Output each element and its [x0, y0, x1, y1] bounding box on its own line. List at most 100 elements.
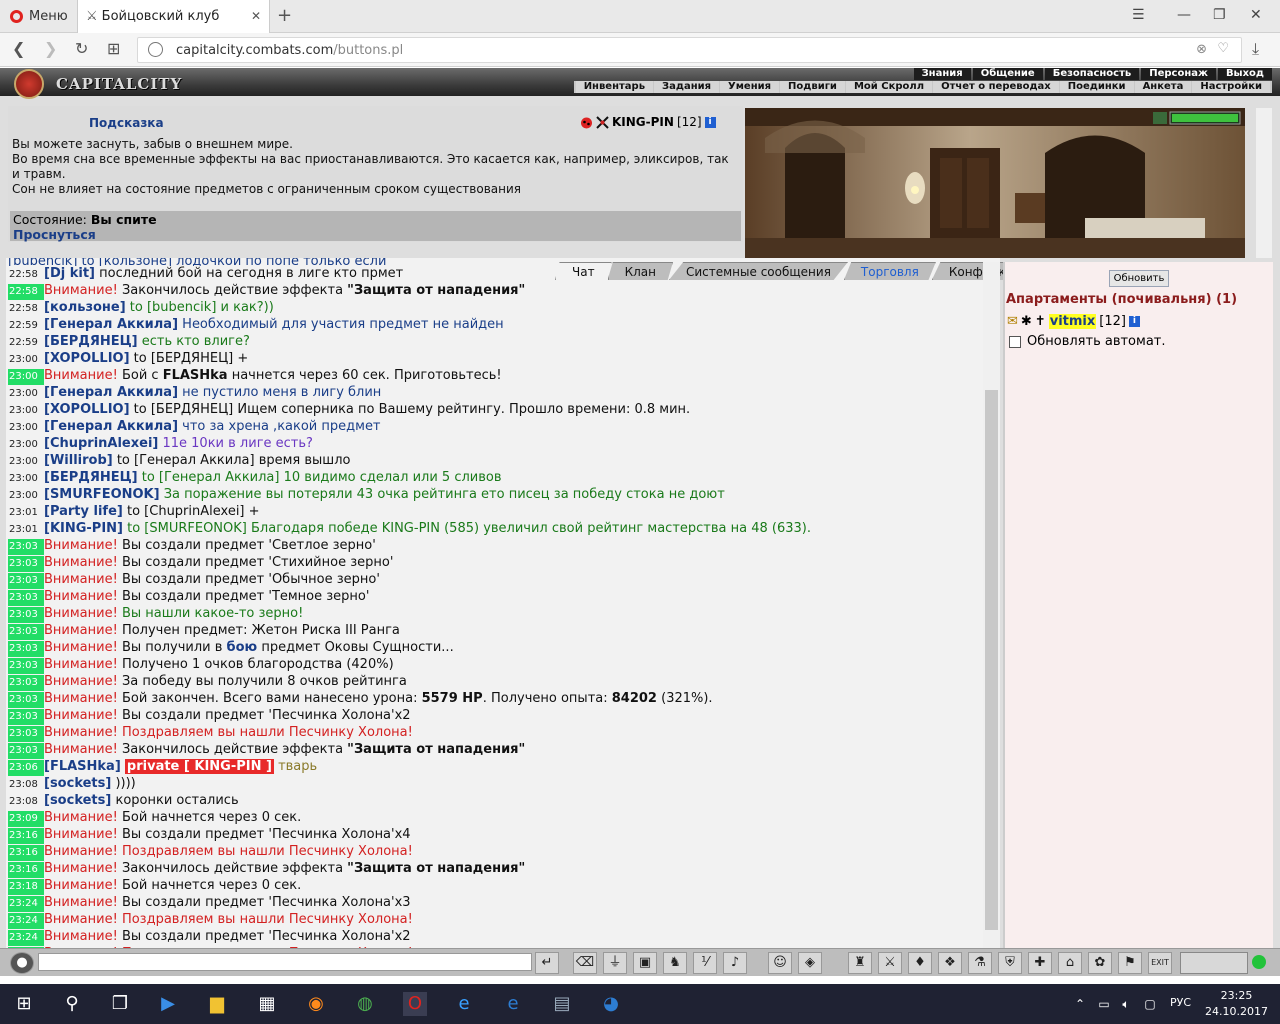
chat-time[interactable]: 23:00 — [8, 403, 44, 419]
chat-time[interactable]: 23:00 — [8, 488, 44, 504]
chat-time[interactable]: 23:16 — [8, 862, 44, 878]
chat-nick[interactable]: [Генерал Аккила] — [44, 419, 178, 434]
chat-time[interactable]: 23:03 — [8, 573, 44, 589]
chat-nick[interactable]: [Генерал Аккила] — [44, 385, 178, 400]
chat-time[interactable]: 23:03 — [8, 675, 44, 691]
chat-time[interactable]: 22:58 — [8, 267, 44, 283]
sound-icon[interactable]: ♪ — [723, 952, 747, 974]
language-indicator[interactable]: РУС — [1170, 996, 1191, 1009]
room-user-name[interactable]: vitmix — [1048, 314, 1097, 329]
chat-time[interactable]: 23:08 — [8, 777, 44, 793]
potion-icon[interactable]: ⚗ — [968, 952, 992, 974]
chat-nick[interactable]: [XOPOLLIO] — [44, 402, 130, 417]
sub-menu-item[interactable]: Настройки — [1192, 81, 1270, 93]
user-name[interactable]: KING-PIN — [612, 115, 674, 129]
chat-time[interactable]: 23:16 — [8, 845, 44, 861]
chat-time[interactable]: 23:24 — [8, 913, 44, 929]
chat-time[interactable]: 23:18 — [8, 879, 44, 895]
chat-nick[interactable]: [БЕРДЯНЕЦ] — [44, 334, 138, 349]
chat-time[interactable]: 23:03 — [8, 607, 44, 623]
smile-icon[interactable]: ☺ — [768, 952, 792, 974]
chat-nick[interactable]: [FLASHka] — [44, 759, 121, 774]
chat-time[interactable]: 23:08 — [8, 794, 44, 810]
chat-time[interactable]: 23:24 — [8, 896, 44, 912]
heart-icon[interactable]: ♡ — [1217, 41, 1229, 56]
task-view-icon[interactable]: ❐ — [108, 992, 132, 1016]
chat-tab[interactable]: Системные сообщения — [668, 262, 848, 280]
calculator-icon[interactable]: ▦ — [255, 992, 279, 1016]
chat-nick[interactable]: [KING-PIN] — [44, 521, 123, 536]
flag-icon[interactable]: ⚑ — [1118, 952, 1142, 974]
chat-nick[interactable]: [SMURFEONOK] — [44, 487, 160, 502]
top-menu-item[interactable]: Выход — [1217, 68, 1272, 80]
chat-nick[interactable]: [Party life] — [44, 504, 123, 519]
chat-nick[interactable]: [XOPOLLIO] — [44, 351, 130, 366]
maximize-button[interactable]: ❐ — [1213, 7, 1226, 23]
close-window-button[interactable]: ✕ — [1250, 7, 1262, 23]
chat-time[interactable]: 23:00 — [8, 420, 44, 436]
chat-tab[interactable]: Торговля — [843, 262, 936, 280]
chat-nick[interactable]: [ChuprinAlexei] — [44, 436, 158, 451]
chat-time[interactable]: 22:59 — [8, 335, 44, 351]
download-icon[interactable]: ⤓ — [1252, 39, 1259, 59]
auto-refresh-row[interactable]: Обновлять автомат. — [1009, 334, 1166, 349]
edge-icon[interactable]: e — [501, 992, 525, 1016]
armor-icon[interactable]: ⛨ — [998, 952, 1022, 974]
reload-icon[interactable]: ↻ — [75, 39, 88, 58]
chat-time[interactable]: 23:03 — [8, 590, 44, 606]
chat-nick[interactable]: [sockets] — [44, 776, 111, 791]
mask-icon[interactable]: ❖ — [938, 952, 962, 974]
chat-nick[interactable]: [Генерал Аккила] — [44, 317, 178, 332]
top-scrollbar[interactable] — [1256, 108, 1272, 258]
refresh-button[interactable]: Обновить — [1109, 270, 1169, 287]
chat-time[interactable]: 23:03 — [8, 539, 44, 555]
sub-menu-item[interactable]: Задания — [654, 81, 720, 93]
auto-refresh-checkbox[interactable] — [1009, 335, 1021, 348]
notifications-icon[interactable]: ▢ — [1138, 992, 1162, 1016]
chat-time[interactable]: 23:00 — [8, 386, 44, 402]
url-field[interactable]: capitalcity.combats.com/buttons.pl ⊗ ♡ — [137, 37, 1242, 63]
volume-icon[interactable]: 🔈︎ — [1114, 992, 1138, 1016]
speed-dial-icon[interactable]: ⊞ — [107, 39, 120, 58]
chat-time[interactable]: 23:01 — [8, 505, 44, 521]
chat-time[interactable]: 23:00 — [8, 437, 44, 453]
chat-time[interactable]: 22:59 — [8, 318, 44, 334]
eraser-icon[interactable]: ⌫ — [573, 952, 597, 974]
chat-nick[interactable]: [sockets] — [44, 793, 111, 808]
info-icon[interactable]: i — [1128, 316, 1140, 327]
sub-menu-item[interactable]: Умения — [720, 81, 780, 93]
chat-time[interactable]: 23:00 — [8, 352, 44, 368]
browser-tab[interactable]: ⚔ Бойцовский клуб ✕ — [77, 0, 270, 33]
clan-icon[interactable]: ◈ — [798, 952, 822, 974]
chat-time[interactable]: 23:16 — [8, 828, 44, 844]
wake-up-link[interactable]: Проснуться — [13, 227, 96, 242]
chat-mode-icon[interactable]: ● — [10, 952, 34, 974]
save-log-icon[interactable]: ▣ — [633, 952, 657, 974]
translit-icon[interactable]: ⅟ — [693, 952, 717, 974]
chat-time[interactable]: 23:00 — [8, 369, 44, 385]
chat-time[interactable]: 23:24 — [8, 930, 44, 946]
sub-menu-item[interactable]: Подвиги — [780, 81, 845, 93]
cross-icon[interactable]: ✚ — [1028, 952, 1052, 974]
tray-up-icon[interactable]: ⌃ — [1068, 992, 1092, 1016]
top-menu-item[interactable]: Общение — [972, 68, 1043, 80]
adblock-icon[interactable]: ⊗ — [1196, 42, 1207, 57]
user-badge[interactable]: KING-PIN [12] i — [580, 115, 716, 129]
chat-time[interactable]: 22:58 — [8, 284, 44, 300]
app-icon[interactable]: ◕ — [599, 992, 623, 1016]
chat-time[interactable]: 23:03 — [8, 709, 44, 725]
chat-time[interactable]: 23:03 — [8, 624, 44, 640]
chat-time[interactable]: 23:03 — [8, 556, 44, 572]
chat-time[interactable]: 23:06 — [8, 760, 44, 776]
tab-menu-icon[interactable]: ☰ — [1132, 7, 1145, 23]
info-icon[interactable]: i — [704, 116, 716, 128]
windows-start-icon[interactable]: ⊞ — [12, 992, 36, 1016]
back-icon[interactable]: ❮ — [12, 39, 25, 58]
minimize-button[interactable]: — — [1177, 7, 1191, 23]
clock[interactable]: 23:25 24.10.2017 — [1205, 988, 1268, 1020]
new-tab-button[interactable]: + — [277, 5, 292, 26]
chat-nick[interactable]: [Willirob] — [44, 453, 113, 468]
sub-menu-item[interactable]: Отчет о переводах — [933, 81, 1059, 93]
chat-nick[interactable]: [БЕРДЯНЕЦ] — [44, 470, 138, 485]
chat-scrollbar[interactable] — [983, 262, 1000, 950]
